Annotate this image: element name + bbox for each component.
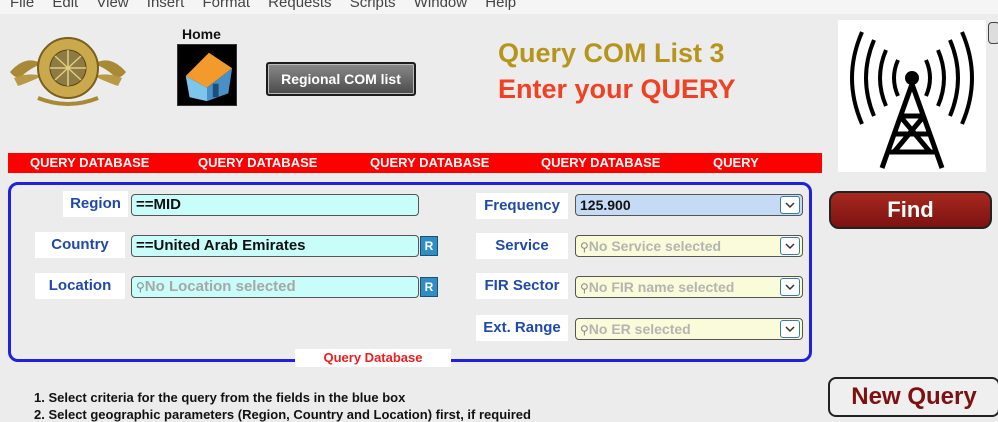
organization-logo: [10, 37, 126, 106]
frequency-label: Frequency: [476, 193, 568, 219]
menu-help[interactable]: Help: [485, 0, 516, 11]
menu-file[interactable]: File: [10, 0, 34, 11]
location-placeholder: No Location selected: [144, 278, 296, 295]
fir-sector-select[interactable]: ⚲No FIR name selected: [575, 276, 803, 298]
frequency-select[interactable]: 125.900: [575, 194, 803, 216]
menu-window[interactable]: Window: [414, 0, 467, 11]
page-subtitle: Enter your QUERY: [498, 74, 736, 104]
menu-format[interactable]: Format: [202, 0, 250, 11]
location-label: Location: [35, 273, 125, 299]
region-label: Region: [63, 191, 128, 217]
ext-range-dropdown-icon[interactable]: [780, 320, 800, 338]
fir-sector-dropdown-icon[interactable]: [780, 278, 800, 296]
menu-requests[interactable]: Requests: [268, 0, 331, 11]
menu-edit[interactable]: Edit: [52, 0, 78, 11]
fir-sector-label: FIR Sector: [476, 273, 568, 299]
page-title: Query COM List 3: [498, 38, 725, 68]
search-icon: ⚲: [580, 323, 589, 337]
new-query-button[interactable]: New Query: [828, 377, 998, 417]
country-r-button[interactable]: R: [420, 236, 438, 256]
tab-query-database-2[interactable]: QUERY DATABASE: [198, 155, 317, 170]
service-label: Service: [476, 233, 568, 259]
menu-insert[interactable]: Insert: [147, 0, 185, 11]
search-icon: ⚲: [580, 240, 589, 254]
service-placeholder: No Service selected: [588, 238, 722, 254]
tab-query-database-1[interactable]: QUERY DATABASE: [30, 155, 149, 170]
menu-scripts[interactable]: Scripts: [350, 0, 396, 11]
scroll-handle[interactable]: [988, 22, 998, 44]
ext-range-placeholder: No ER selected: [588, 321, 691, 337]
service-select[interactable]: ⚲No Service selected: [575, 235, 803, 257]
menu-view[interactable]: View: [96, 0, 128, 11]
search-icon: ⚲: [580, 281, 589, 295]
search-icon: ⚲: [136, 280, 145, 294]
menu-bar: File Edit View Insert Format Requests Sc…: [0, 0, 998, 14]
location-r-button[interactable]: R: [420, 277, 438, 297]
country-label: Country: [35, 232, 125, 258]
tab-query[interactable]: QUERY: [713, 155, 759, 170]
tab-query-database-3[interactable]: QUERY DATABASE: [370, 155, 489, 170]
ext-range-select[interactable]: ⚲No ER selected: [575, 318, 803, 340]
ext-range-label: Ext. Range: [476, 315, 568, 341]
location-field[interactable]: ⚲No Location selected: [131, 276, 419, 298]
radio-antenna-icon: [838, 20, 986, 172]
find-button[interactable]: Find: [829, 191, 992, 229]
home-label: Home: [182, 26, 221, 42]
instruction-2: 2. Select geographic parameters (Region,…: [34, 407, 531, 422]
home-icon[interactable]: [177, 44, 237, 106]
frequency-dropdown-icon[interactable]: [780, 196, 800, 214]
instruction-1: 1. Select criteria for the query from th…: [34, 390, 406, 405]
country-field[interactable]: ==United Arab Emirates: [131, 235, 419, 257]
service-dropdown-icon[interactable]: [780, 237, 800, 255]
tab-query-database-4[interactable]: QUERY DATABASE: [541, 155, 660, 170]
region-field[interactable]: ==MID: [131, 194, 419, 216]
query-database-label: Query Database: [295, 349, 451, 367]
regional-com-list-button[interactable]: Regional COM list: [266, 62, 416, 96]
fir-sector-placeholder: No FIR name selected: [588, 279, 735, 295]
query-tab-bar: QUERY DATABASE QUERY DATABASE QUERY DATA…: [8, 153, 822, 173]
